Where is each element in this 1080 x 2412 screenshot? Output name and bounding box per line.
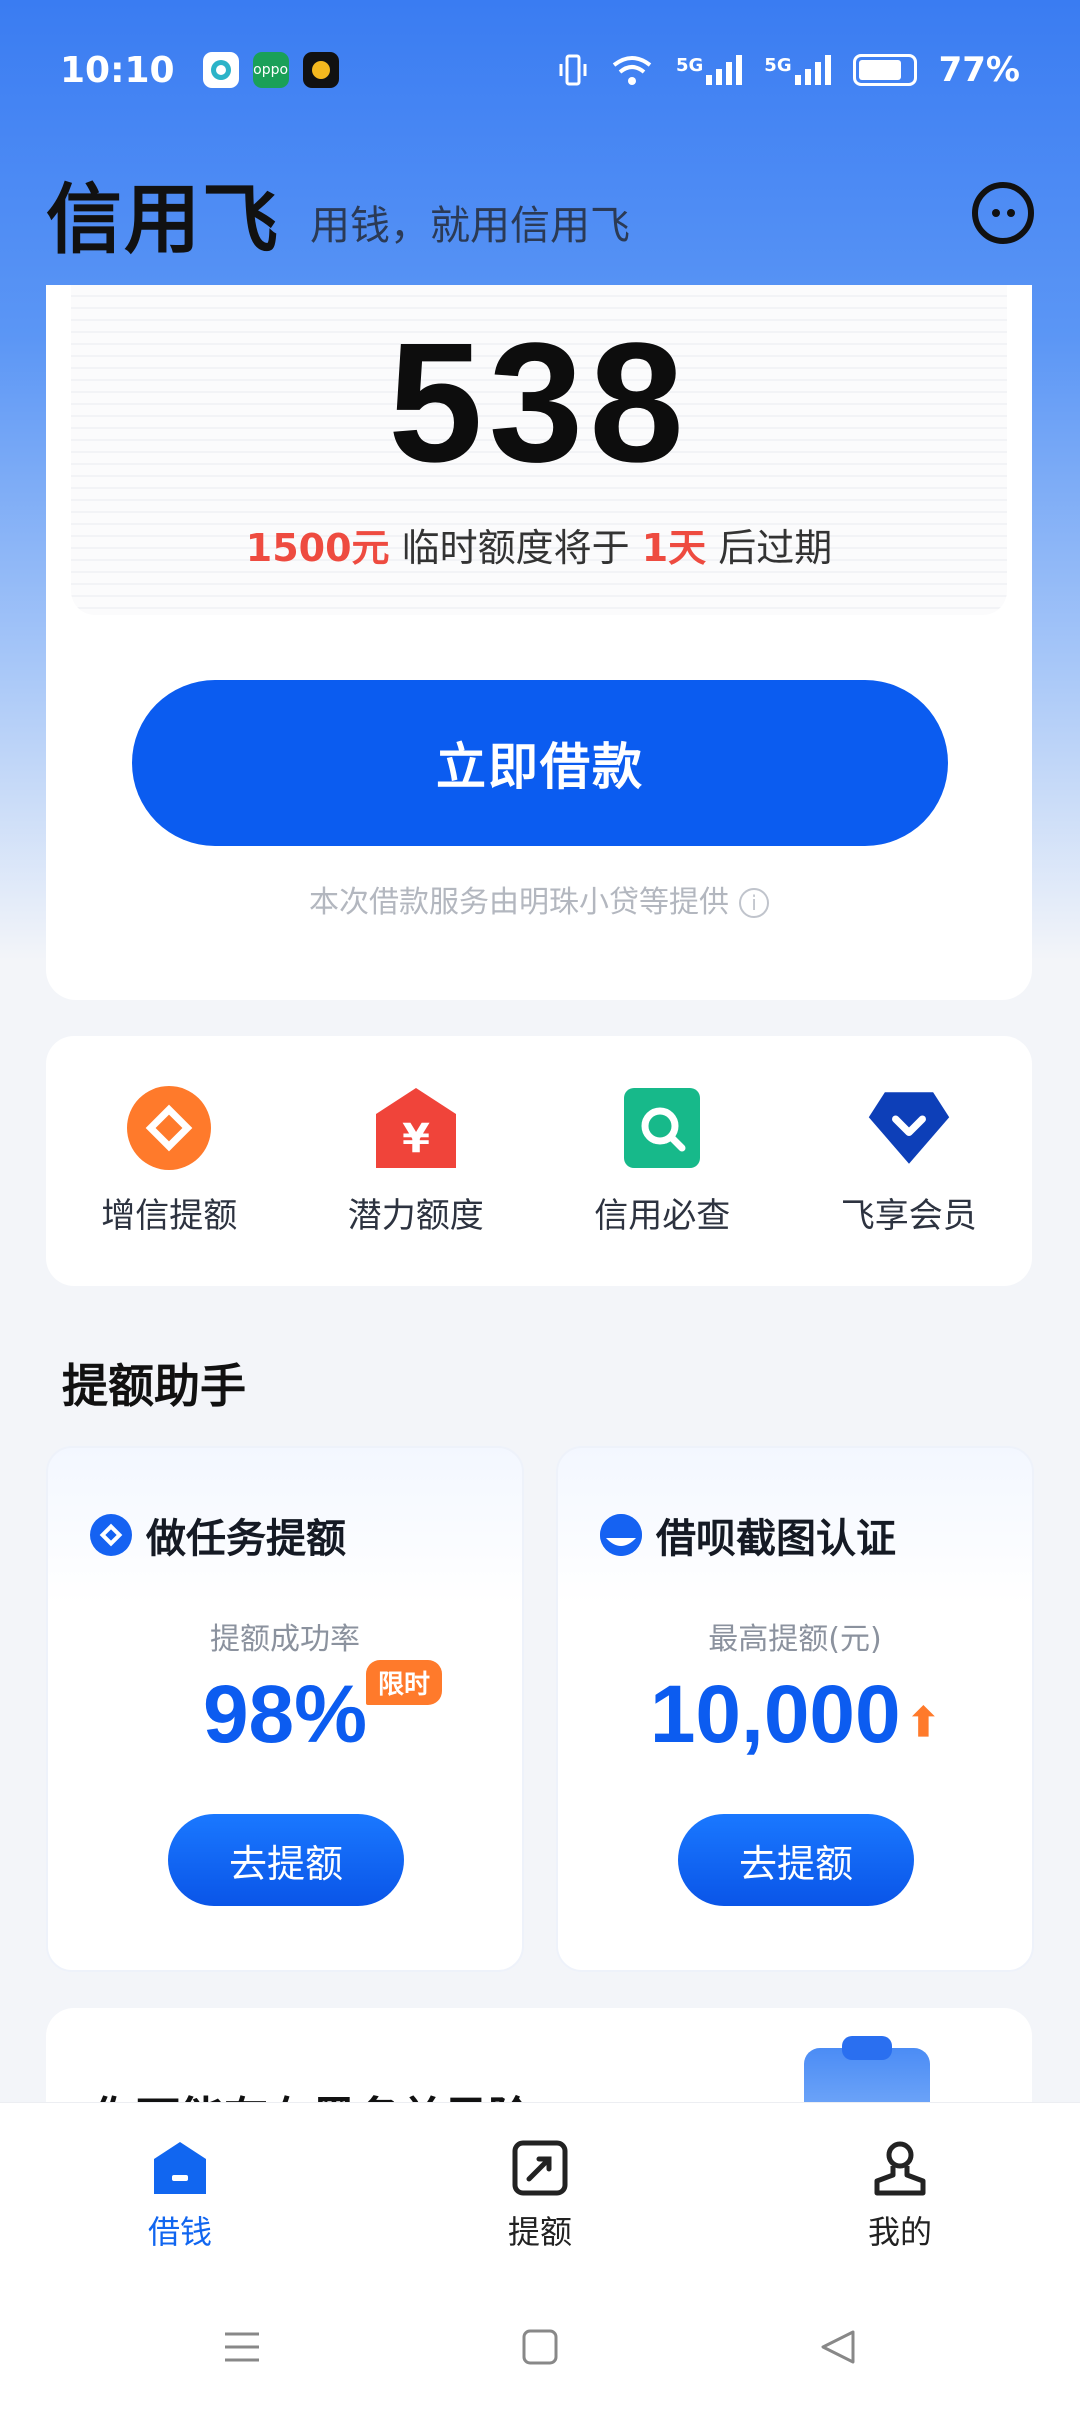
quick-menu-credit-check[interactable]: 信用必查: [542, 1086, 782, 1237]
screenshot-boost-button[interactable]: 去提额: [678, 1814, 914, 1906]
expire-days: 1天: [641, 526, 707, 570]
signal-icon: [706, 55, 743, 85]
diamond-icon: [127, 1085, 212, 1170]
boost-icon: [511, 2139, 569, 2197]
back-icon[interactable]: [819, 2328, 857, 2366]
task-boost-card[interactable]: 做任务提额 提额成功率 98% 限时 去提额: [46, 1446, 524, 1972]
limited-time-badge: 限时: [366, 1660, 443, 1705]
system-nav-bar: [0, 2282, 1080, 2412]
notification-icons: oppo: [202, 52, 339, 88]
task-card-subtitle: 提额成功率: [210, 1622, 360, 1657]
info-icon[interactable]: i: [739, 888, 769, 918]
member-badge-icon: [867, 1086, 951, 1170]
section-title-assistant: 提额助手: [62, 1359, 246, 1413]
status-time: 10:10: [60, 49, 175, 91]
provider-note: 本次借款服务由明珠小贷等提供 i: [46, 877, 1032, 921]
tab-borrow[interactable]: 借钱: [80, 2139, 280, 2282]
user-icon: [871, 2139, 929, 2197]
max-boost-amount: 10,000 ⬆: [649, 1669, 941, 1760]
home-button-icon[interactable]: [521, 2328, 559, 2366]
signal-2: 5G: [764, 55, 831, 85]
credit-score: 538: [388, 308, 690, 498]
task-card-head: 做任务提额: [90, 1506, 346, 1564]
oppo-app-icon: oppo: [252, 52, 289, 88]
battery-percent: 77%: [938, 50, 1020, 90]
svg-text:¥: ¥: [402, 1116, 430, 1162]
screenshot-card-subtitle: 最高提额(元): [708, 1622, 882, 1657]
signal-icon: [794, 55, 831, 85]
brand-logo: 信用飞: [46, 174, 280, 264]
search-icon: [620, 1086, 704, 1170]
quick-menu: 增信提额 ¥ 潜力额度 信用必查 飞享会员: [46, 1036, 1032, 1286]
up-arrow-icon: ⬆: [906, 1701, 941, 1745]
game-app-icon: [302, 52, 339, 88]
temp-amount: 1500元: [245, 526, 390, 570]
quick-menu-member[interactable]: 飞享会员: [789, 1086, 1029, 1237]
status-right: 5G 5G 77%: [558, 50, 1020, 90]
diamond-icon: [90, 1514, 132, 1556]
tab-boost[interactable]: 提额: [440, 2139, 640, 2282]
yuan-house-icon: ¥: [374, 1086, 458, 1170]
task-boost-button[interactable]: 去提额: [168, 1814, 404, 1906]
credit-card: 538 1500元 临时额度将于 1天 后过期 立即借款 本次借款服务由明珠小贷…: [46, 285, 1032, 1000]
camera-app-icon: [202, 52, 239, 88]
menu-icon[interactable]: [223, 2328, 261, 2366]
vibrate-icon: [559, 54, 587, 86]
home-icon: [151, 2139, 209, 2197]
success-rate: 98%: [202, 1669, 368, 1760]
temp-quota-expire: 1500元 临时额度将于 1天 后过期: [245, 526, 833, 570]
screenshot-auth-card[interactable]: 借呗截图认证 最高提额(元) 10,000 ⬆ 去提额: [556, 1446, 1034, 1972]
quick-menu-credit-boost[interactable]: 增信提额: [49, 1085, 289, 1237]
tab-mine[interactable]: 我的: [800, 2139, 1000, 2282]
wifi-icon: [612, 56, 652, 85]
status-bar: 10:10 oppo 5G 5G 77%: [0, 0, 1080, 140]
customer-service-icon[interactable]: [972, 181, 1034, 244]
quick-menu-potential-quota[interactable]: ¥ 潜力额度: [296, 1086, 536, 1237]
jiebei-icon: [600, 1514, 642, 1556]
signal-1: 5G: [676, 55, 743, 85]
app-header: 信用飞 用钱，就用信用飞: [0, 140, 1080, 285]
screenshot-card-head: 借呗截图认证: [600, 1506, 896, 1564]
brand-slogan: 用钱，就用信用飞: [310, 202, 630, 249]
borrow-now-button[interactable]: 立即借款: [132, 680, 948, 846]
battery-icon: [852, 54, 917, 86]
bottom-tab-bar: 借钱 提额 我的: [0, 2102, 1080, 2282]
